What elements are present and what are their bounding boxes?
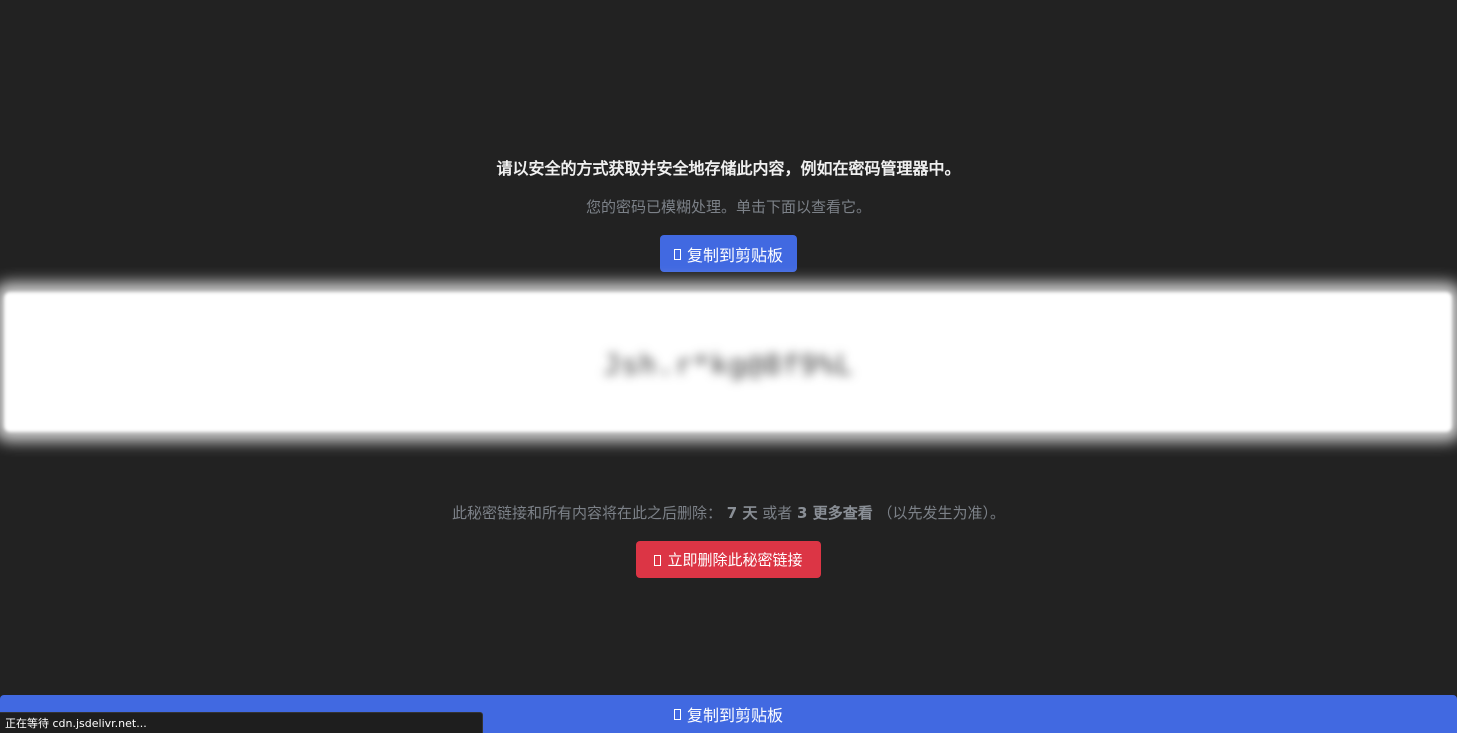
delete-button-label: 立即删除此秘密链接 [667,551,803,569]
expiry-suffix: （以先发生为准）。 [877,504,1005,522]
blurred-secret-text[interactable]: Jsh.r*kg@8f9%L [0,348,1457,381]
expiry-prefix: 此秘密链接和所有内容将在此之后删除： [451,504,722,522]
delete-secret-button[interactable]: 立即删除此秘密链接 [636,541,821,578]
browser-status-bar: 正在等待 cdn.jsdelivr.net... [0,712,483,733]
page-title: 请以安全的方式获取并安全地存储此内容，例如在密码管理器中。 [496,159,961,178]
blur-hint-text: 您的密码已模糊处理。单击下面以查看它。 [585,198,871,216]
expiry-notice: 此秘密链接和所有内容将在此之后删除： 7 天 或者 3 更多查看 （以先发生为准… [0,502,1457,523]
copy-button-label: 复制到剪贴板 [686,245,783,265]
trash-icon [654,554,662,566]
expiry-views: 3 更多查看 [797,504,873,522]
secret-view-page: 请以安全的方式获取并安全地存储此内容，例如在密码管理器中。 您的密码已模糊处理。… [0,0,1457,733]
copy-to-clipboard-button[interactable]: 复制到剪贴板 [660,235,797,272]
clipboard-icon [673,709,681,720]
clipboard-icon [673,248,681,260]
expiry-or: 或者 [762,504,793,522]
bottom-copy-label: 复制到剪贴板 [686,706,783,725]
expiry-days: 7 天 [726,504,758,522]
